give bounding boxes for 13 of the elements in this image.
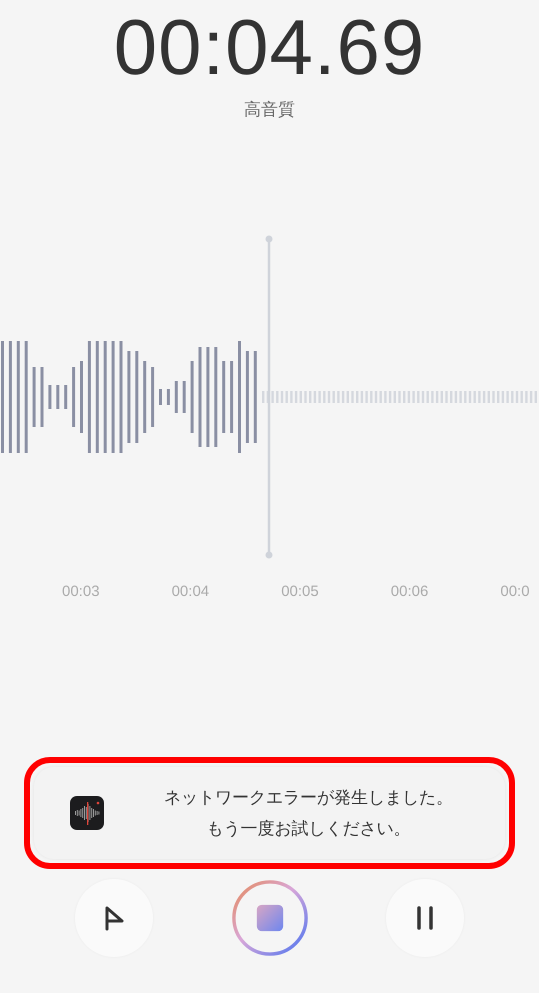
- stop-button[interactable]: [230, 879, 308, 957]
- time-marker: 00:05: [281, 583, 320, 600]
- quality-label: 高音質: [244, 99, 295, 121]
- error-message: もう一度お試しください。: [206, 818, 410, 840]
- error-message: ネットワークエラーが発生しました。: [164, 787, 453, 809]
- stop-icon: [230, 878, 308, 958]
- time-marker: 00:06: [390, 583, 430, 600]
- time-marker: 00:0: [500, 583, 531, 600]
- recorder-app-icon: [70, 796, 104, 830]
- flag-icon: [103, 905, 125, 931]
- time-marker: 00:03: [62, 583, 101, 600]
- elapsed-time: 00:04.69: [114, 4, 426, 90]
- time-marker: 00:04: [172, 583, 210, 600]
